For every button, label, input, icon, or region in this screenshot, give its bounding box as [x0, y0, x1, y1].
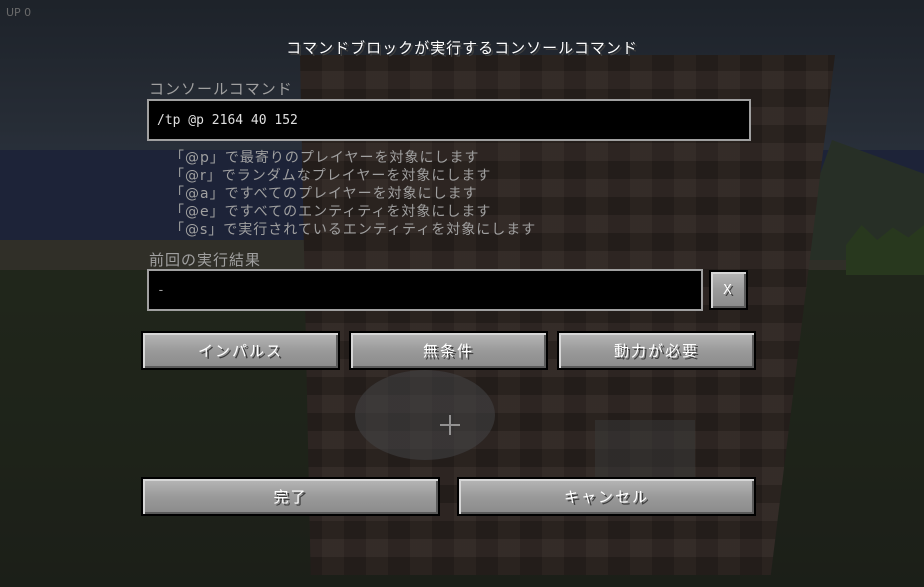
previous-output-field[interactable]: - — [147, 269, 703, 311]
hint-line: 「@r」でランダムなプレイヤーを対象にします — [170, 168, 492, 184]
console-command-label: コンソールコマンド — [149, 80, 293, 98]
crosshair-icon — [440, 415, 460, 435]
screen-title: コマンドブロックが実行するコンソールコマンド — [286, 39, 638, 57]
needs-redstone-button[interactable]: 動力が必要 — [557, 331, 756, 370]
hint-line: 「@a」ですべてのプレイヤーを対象にします — [170, 186, 478, 202]
previous-output-label: 前回の実行結果 — [149, 251, 262, 269]
hint-line: 「@s」で実行されているエンティティを対象にします — [170, 222, 537, 238]
command-input-value: /tp @p 2164 40 152 — [157, 112, 298, 128]
unconditional-button[interactable]: 無条件 — [349, 331, 548, 370]
done-button[interactable]: 完了 — [141, 477, 440, 516]
hint-line: 「@p」で最寄りのプレイヤーを対象にします — [170, 150, 480, 166]
impulse-mode-button[interactable]: インパルス — [141, 331, 340, 370]
cancel-button[interactable]: キャンセル — [457, 477, 756, 516]
clear-output-button[interactable]: X — [709, 270, 748, 310]
command-input[interactable]: /tp @p 2164 40 152 — [147, 99, 751, 141]
hint-line: 「@e」ですべてのエンティティを対象にします — [170, 204, 492, 220]
hud-debug-text: UP 0 — [6, 6, 32, 19]
selector-hints: 「@p」で最寄りのプレイヤーを対象にします 「@r」でランダムなプレイヤーを対象… — [170, 149, 536, 239]
previous-output-value: - — [157, 282, 165, 298]
